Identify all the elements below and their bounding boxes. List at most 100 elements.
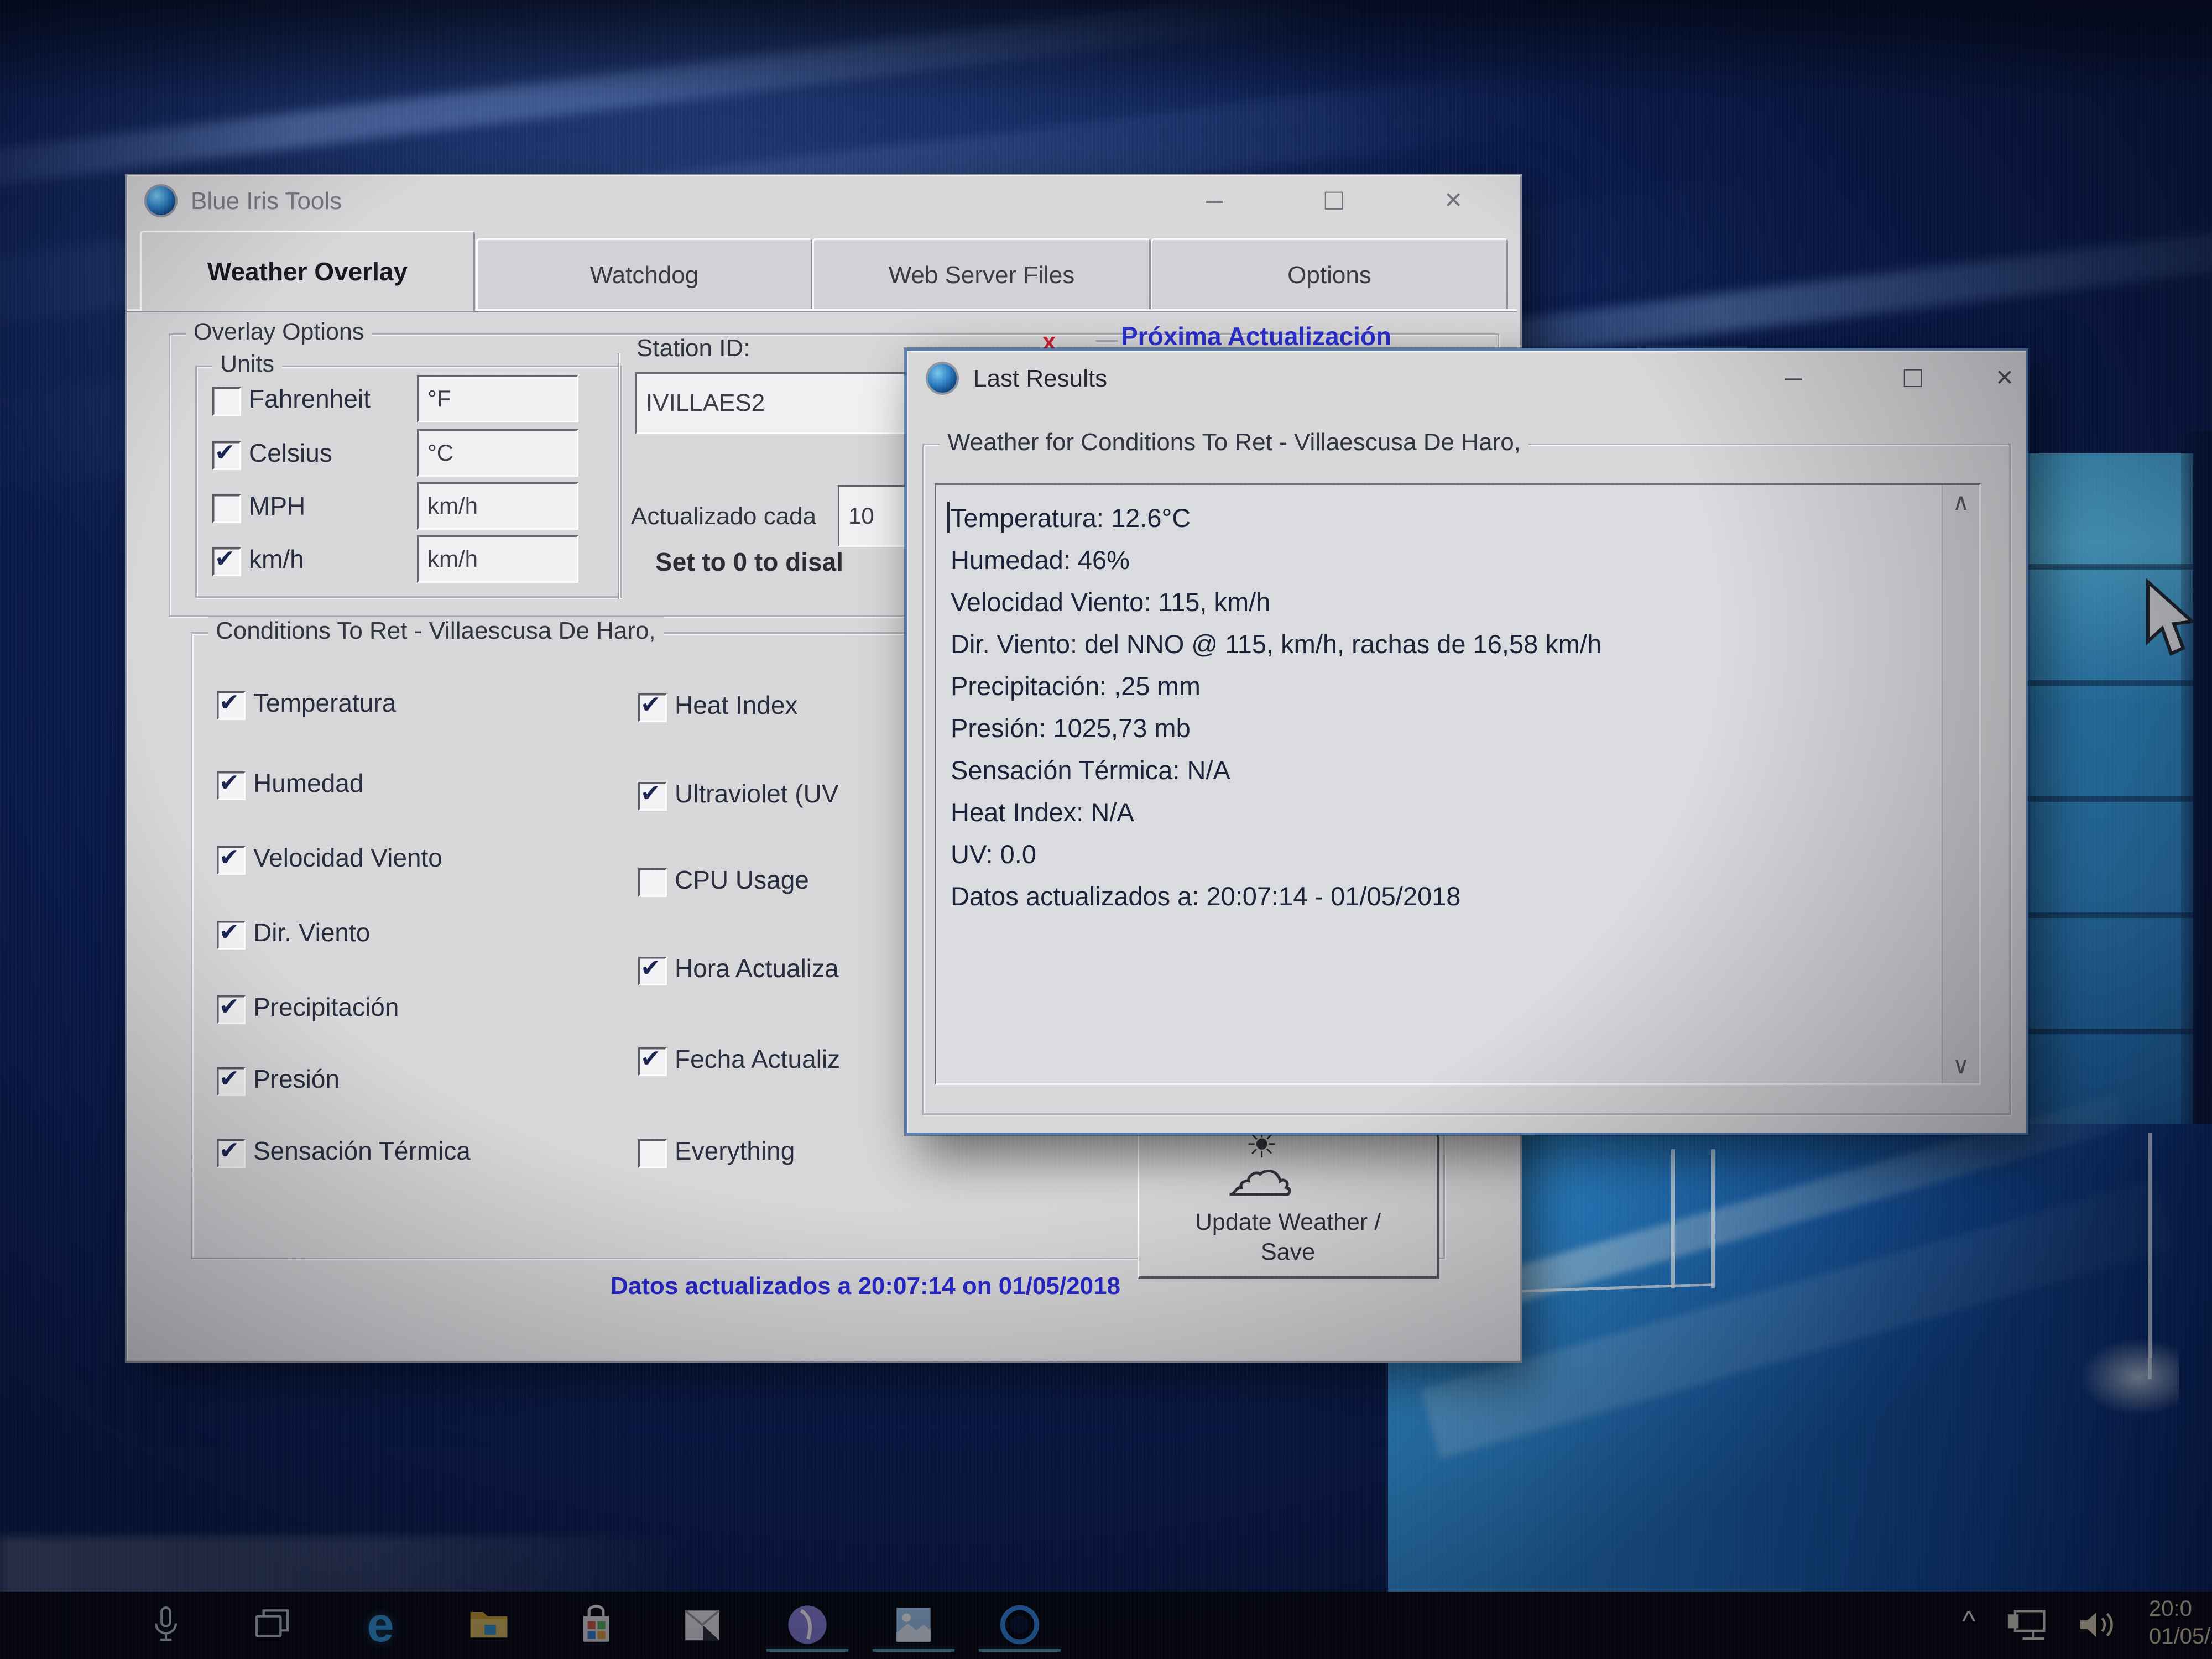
network-icon[interactable] bbox=[2003, 1600, 2052, 1652]
checkbox-sensaci-n-t-rmica[interactable]: ✔ bbox=[217, 1139, 246, 1168]
title-bar[interactable]: Last Results – □ × bbox=[907, 351, 2026, 404]
store-icon[interactable] bbox=[570, 1598, 623, 1651]
weather-lines: Temperatura: 12.6°CHumedad: 46%Velocidad… bbox=[951, 497, 1601, 917]
checkbox-ultraviolet-uv[interactable]: ✔ bbox=[638, 782, 667, 811]
next-update-label: Próxima Actualización bbox=[1121, 321, 1391, 351]
close-button[interactable]: × bbox=[1423, 179, 1484, 223]
station-id-label: Station ID: bbox=[637, 335, 750, 362]
check-mark: ✔ bbox=[640, 691, 661, 719]
maximize-button[interactable]: □ bbox=[1882, 356, 1943, 400]
tab-weather-overlay[interactable]: Weather Overlay bbox=[140, 231, 475, 311]
maximize-button[interactable]: □ bbox=[1303, 179, 1364, 223]
check-mark: ✔ bbox=[215, 545, 235, 573]
tray-clock[interactable]: 20:0 01/05/2 bbox=[2149, 1595, 2212, 1650]
checkbox-heat-index[interactable]: ✔ bbox=[638, 693, 667, 722]
checkbox-celsius[interactable]: ✔ bbox=[212, 441, 241, 470]
tray-chevron-icon[interactable]: ^ bbox=[1962, 1605, 1975, 1638]
checkbox-fahrenheit[interactable] bbox=[212, 387, 241, 416]
unit-field-celsius[interactable]: °C bbox=[417, 429, 578, 477]
unit-field-km-h[interactable]: km/h bbox=[417, 535, 578, 583]
photos-icon[interactable] bbox=[887, 1598, 940, 1651]
check-mark: ✔ bbox=[219, 688, 239, 717]
checkbox-temperatura[interactable]: ✔ bbox=[217, 691, 246, 720]
checkbox-label-humedad: Humedad bbox=[253, 768, 363, 798]
update-button-line1: Update Weather / bbox=[1139, 1209, 1437, 1236]
check-mark: ✔ bbox=[640, 1045, 661, 1073]
checkbox-dir-viento[interactable]: ✔ bbox=[217, 921, 246, 950]
edge-icon[interactable]: e bbox=[354, 1598, 407, 1651]
title-bar[interactable]: Blue Iris Tools – □ × bbox=[127, 175, 1520, 226]
task-view-icon[interactable] bbox=[246, 1598, 299, 1651]
weather-line: Velocidad Viento: 115, km/h bbox=[951, 581, 1601, 623]
checkbox-km-h[interactable]: ✔ bbox=[212, 547, 241, 576]
checkbox-fecha-actualiz[interactable]: ✔ bbox=[638, 1047, 667, 1076]
wallpaper-pane-edge bbox=[1671, 1149, 1675, 1288]
last-results-window: Last Results – □ × Weather for Condition… bbox=[905, 348, 2028, 1135]
weather-line: Dir. Viento: del NNO @ 115, km/h, rachas… bbox=[951, 623, 1601, 665]
running-indicator bbox=[873, 1649, 954, 1652]
vertical-scrollbar[interactable]: ∧ ∨ bbox=[1942, 485, 1979, 1083]
checkbox-mph[interactable] bbox=[212, 494, 241, 523]
close-button[interactable]: × bbox=[1974, 356, 2035, 400]
unit-field-value: km/h bbox=[427, 546, 478, 572]
file-explorer-icon[interactable] bbox=[462, 1598, 515, 1651]
checkbox-label-presi-n: Presión bbox=[253, 1064, 340, 1094]
microphone-icon[interactable] bbox=[139, 1598, 192, 1651]
weather-line: Presión: 1025,73 mb bbox=[951, 707, 1601, 749]
checkbox-label-cpu-usage: CPU Usage bbox=[675, 865, 809, 895]
running-indicator bbox=[766, 1649, 848, 1652]
scroll-down-arrow[interactable]: ∨ bbox=[1943, 1052, 1979, 1079]
interval-hint: Set to 0 to disal bbox=[655, 547, 843, 577]
checkbox-hora-actualiza[interactable]: ✔ bbox=[638, 957, 667, 985]
checkbox-label-precipitaci-n: Precipitación bbox=[253, 992, 399, 1022]
screen-bezel-reflection bbox=[0, 1536, 691, 1598]
checkbox-label-temperatura: Temperatura bbox=[253, 688, 396, 718]
checkbox-label-ultraviolet-uv: Ultraviolet (UV bbox=[675, 779, 839, 808]
update-button-line2: Save bbox=[1139, 1239, 1437, 1266]
minimize-button[interactable]: – bbox=[1184, 179, 1245, 223]
status-text: Datos actualizados a 20:07:14 on 01/05/2… bbox=[545, 1272, 1186, 1300]
mail-icon[interactable] bbox=[676, 1598, 729, 1651]
group-separator bbox=[618, 353, 619, 599]
checkbox-label-hora-actualiza: Hora Actualiza bbox=[675, 953, 839, 983]
check-mark: ✔ bbox=[219, 1065, 239, 1093]
wallpaper-pane-edge bbox=[1711, 1149, 1715, 1288]
station-id-value: IVILLAES2 bbox=[646, 389, 765, 417]
weather-line: Precipitación: ,25 mm bbox=[951, 665, 1601, 707]
checkbox-label-sensaci-n-t-rmica: Sensación Térmica bbox=[253, 1136, 471, 1166]
tray-time: 20:0 bbox=[2149, 1595, 2212, 1623]
tab-options[interactable]: Options bbox=[1151, 238, 1508, 311]
bittorrent-icon[interactable] bbox=[781, 1598, 834, 1651]
unit-field-value: °F bbox=[427, 385, 451, 412]
update-weather-save-button[interactable]: ☀ ☁ Update Weather / Save bbox=[1138, 1131, 1439, 1279]
checkbox-label-dir-viento: Dir. Viento bbox=[253, 917, 370, 947]
checkbox-label-celsius: Celsius bbox=[249, 438, 332, 468]
checkbox-label-everything: Everything bbox=[675, 1136, 795, 1166]
checkbox-presi-n[interactable]: ✔ bbox=[217, 1067, 246, 1096]
checkbox-velocidad-viento[interactable]: ✔ bbox=[217, 846, 246, 875]
check-mark: ✔ bbox=[219, 993, 239, 1021]
units-label: Units bbox=[212, 351, 282, 378]
check-mark: ✔ bbox=[640, 954, 661, 982]
conditions-label: Conditions To Ret - Villaescusa De Haro, bbox=[208, 617, 664, 645]
check-mark: ✔ bbox=[219, 1136, 239, 1165]
checkbox-everything[interactable] bbox=[638, 1139, 667, 1168]
checkbox-cpu-usage[interactable] bbox=[638, 868, 667, 897]
overlay-options-label: Overlay Options bbox=[186, 319, 372, 346]
tab-web-server-files[interactable]: Web Server Files bbox=[812, 238, 1151, 311]
weather-results-textarea[interactable]: Temperatura: 12.6°CHumedad: 46%Velocidad… bbox=[935, 483, 1981, 1085]
checkbox-precipitaci-n[interactable]: ✔ bbox=[217, 995, 246, 1024]
volume-icon[interactable] bbox=[2072, 1601, 2118, 1651]
update-interval-label: Actualizado cada bbox=[631, 503, 816, 530]
tab-watchdog[interactable]: Watchdog bbox=[476, 238, 812, 311]
scroll-up-arrow[interactable]: ∧ bbox=[1943, 488, 1979, 515]
cortana-circle-icon[interactable] bbox=[993, 1598, 1046, 1651]
unit-field-mph[interactable]: km/h bbox=[417, 482, 578, 530]
minimize-button[interactable]: – bbox=[1763, 356, 1824, 400]
wallpaper-pane-corner-glow bbox=[2079, 1338, 2179, 1416]
checkbox-label-km-h: km/h bbox=[249, 544, 304, 574]
checkbox-humedad[interactable]: ✔ bbox=[217, 771, 246, 800]
unit-field-fahrenheit[interactable]: °F bbox=[417, 375, 578, 422]
next-update-group-edge bbox=[1095, 340, 1118, 342]
update-interval-value: 10 bbox=[848, 503, 874, 529]
